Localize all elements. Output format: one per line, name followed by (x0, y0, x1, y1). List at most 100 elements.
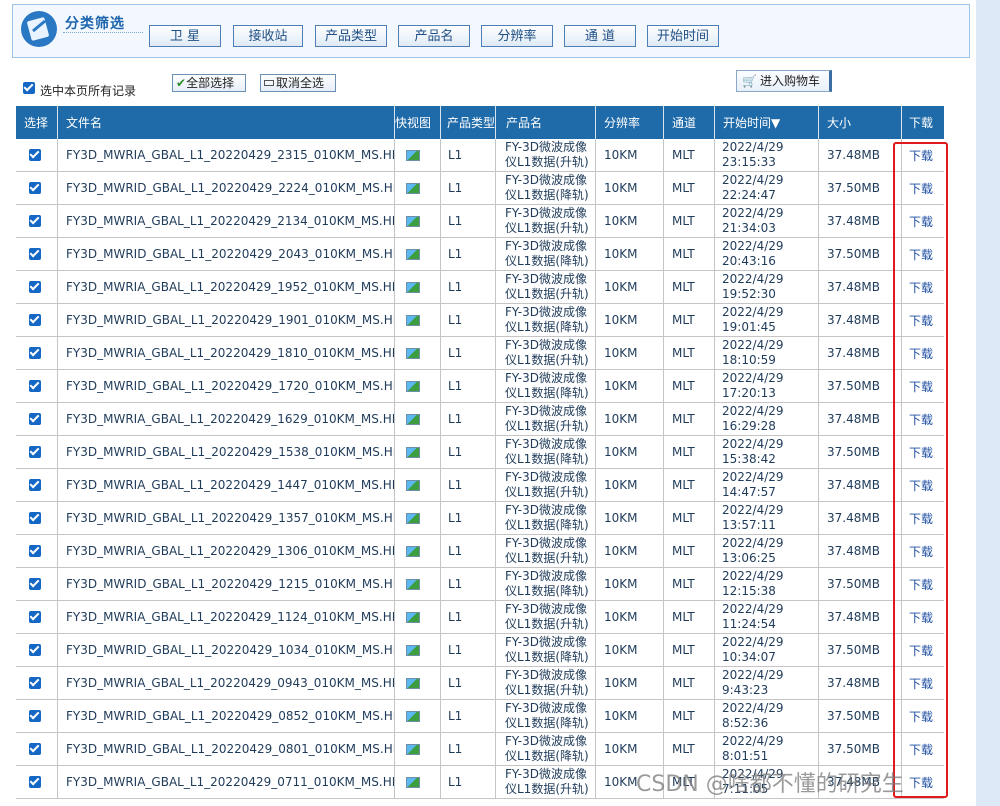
row-checkbox[interactable] (29, 182, 41, 194)
row-start-clock: 21:34:03 (722, 221, 776, 235)
row-checkbox[interactable] (29, 215, 41, 227)
quicklook-image-icon[interactable] (406, 479, 420, 491)
row-product-name: FY-3D微波成像仪L1数据(升轨) (496, 139, 596, 171)
deselect-all-button[interactable]: 取消全选 (260, 74, 336, 92)
row-size: 37.50MB (819, 634, 902, 666)
row-checkbox[interactable] (29, 578, 41, 590)
quicklook-image-icon[interactable] (406, 347, 420, 359)
row-checkbox[interactable] (29, 545, 41, 557)
quicklook-image-icon[interactable] (406, 215, 420, 227)
row-product-name: FY-3D微波成像仪L1数据(升轨) (496, 337, 596, 369)
quicklook-image-icon[interactable] (406, 611, 420, 623)
quicklook-image-icon[interactable] (406, 248, 420, 260)
row-quicklook-cell (395, 700, 441, 732)
table-row: FY3D_MWRID_GBAL_L1_20220429_2224_010KM_M… (16, 172, 944, 205)
filter-resolution-button[interactable]: 分辨率 (481, 25, 553, 47)
quicklook-image-icon[interactable] (406, 776, 420, 788)
row-checkbox[interactable] (29, 776, 41, 788)
quicklook-image-icon[interactable] (406, 446, 420, 458)
quicklook-image-icon[interactable] (406, 743, 420, 755)
select-all-button[interactable]: ✔全部选择 (172, 74, 246, 92)
row-checkbox[interactable] (29, 710, 41, 722)
row-product-type: L1 (441, 469, 496, 501)
quicklook-image-icon[interactable] (406, 380, 420, 392)
header-product-name[interactable]: 产品名 (496, 106, 596, 139)
row-quicklook-cell (395, 667, 441, 699)
row-channel: MLT (664, 172, 715, 204)
row-filename: FY3D_MWRIA_GBAL_L1_20220429_2134_010KM_M… (58, 205, 395, 237)
row-checkbox[interactable] (29, 314, 41, 326)
row-checkbox[interactable] (29, 413, 41, 425)
row-resolution: 10KM (596, 733, 664, 765)
row-checkbox[interactable] (29, 380, 41, 392)
row-start-clock: 10:34:07 (722, 650, 776, 664)
row-checkbox[interactable] (29, 644, 41, 656)
row-checkbox[interactable] (29, 347, 41, 359)
add-to-cart-button[interactable]: 🛒 进入购物车 (736, 70, 832, 92)
quicklook-image-icon[interactable] (406, 644, 420, 656)
row-select-cell (16, 304, 58, 336)
row-product-name: FY-3D微波成像仪L1数据(降轨) (496, 172, 596, 204)
filter-product-type-button[interactable]: 产品类型 (315, 25, 387, 47)
row-product-type: L1 (441, 568, 496, 600)
header-product-type[interactable]: 产品类型 (441, 106, 496, 139)
row-checkbox[interactable] (29, 743, 41, 755)
row-filename: FY3D_MWRID_GBAL_L1_20220429_1720_010KM_M… (58, 370, 395, 402)
row-quicklook-cell (395, 568, 441, 600)
row-select-cell (16, 634, 58, 666)
row-channel: MLT (664, 502, 715, 534)
quicklook-image-icon[interactable] (406, 182, 420, 194)
select-page-checkbox[interactable] (23, 82, 35, 94)
quicklook-image-icon[interactable] (406, 545, 420, 557)
row-quicklook-cell (395, 469, 441, 501)
filter-start-time-button[interactable]: 开始时间 (647, 25, 719, 47)
row-checkbox[interactable] (29, 281, 41, 293)
filter-station-button[interactable]: 接收站 (233, 25, 303, 47)
row-filename: FY3D_MWRID_GBAL_L1_20220429_1538_010KM_M… (58, 436, 395, 468)
row-checkbox[interactable] (29, 248, 41, 260)
filter-product-name-button[interactable]: 产品名 (398, 25, 470, 47)
quicklook-image-icon[interactable] (406, 512, 420, 524)
quicklook-image-icon[interactable] (406, 677, 420, 689)
filter-channel-button[interactable]: 通 道 (564, 25, 636, 47)
table-row: FY3D_MWRIA_GBAL_L1_20220429_0943_010KM_M… (16, 667, 944, 700)
header-filename[interactable]: 文件名 (58, 106, 395, 139)
quicklook-image-icon[interactable] (406, 149, 420, 161)
row-product-name: FY-3D微波成像仪L1数据(升轨) (496, 535, 596, 567)
row-select-cell (16, 667, 58, 699)
row-quicklook-cell (395, 370, 441, 402)
row-start-clock: 19:52:30 (722, 287, 776, 301)
row-resolution: 10KM (596, 403, 664, 435)
row-checkbox[interactable] (29, 446, 41, 458)
row-size: 37.50MB (819, 733, 902, 765)
row-start-time: 2022/4/29 8:52:36 (715, 700, 819, 732)
row-filename: FY3D_MWRIA_GBAL_L1_20220429_1952_010KM_M… (58, 271, 395, 303)
quicklook-image-icon[interactable] (406, 314, 420, 326)
row-checkbox[interactable] (29, 611, 41, 623)
filter-satellite-button[interactable]: 卫 星 (149, 25, 221, 47)
quicklook-image-icon[interactable] (406, 281, 420, 293)
row-checkbox[interactable] (29, 479, 41, 491)
header-resolution[interactable]: 分辨率 (596, 106, 664, 139)
header-size[interactable]: 大小 (819, 106, 902, 139)
row-size: 37.50MB (819, 568, 902, 600)
table-row: FY3D_MWRIA_GBAL_L1_20220429_1952_010KM_M… (16, 271, 944, 304)
header-start-time[interactable]: 开始时间 ▼ (715, 106, 819, 139)
row-start-clock: 19:01:45 (722, 320, 776, 334)
row-product-type: L1 (441, 700, 496, 732)
table-row: FY3D_MWRIA_GBAL_L1_20220429_2315_010KM_M… (16, 139, 944, 172)
row-start-clock: 16:29:28 (722, 419, 776, 433)
quicklook-image-icon[interactable] (406, 413, 420, 425)
row-product-type: L1 (441, 634, 496, 666)
header-channel[interactable]: 通道 (664, 106, 715, 139)
row-select-cell (16, 370, 58, 402)
quicklook-image-icon[interactable] (406, 710, 420, 722)
row-size: 37.48MB (819, 469, 902, 501)
quicklook-image-icon[interactable] (406, 578, 420, 590)
row-checkbox[interactable] (29, 512, 41, 524)
row-checkbox[interactable] (29, 677, 41, 689)
row-checkbox[interactable] (29, 149, 41, 161)
row-channel: MLT (664, 634, 715, 666)
table-row: FY3D_MWRID_GBAL_L1_20220429_1034_010KM_M… (16, 634, 944, 667)
cart-icon: 🛒 (742, 74, 757, 88)
